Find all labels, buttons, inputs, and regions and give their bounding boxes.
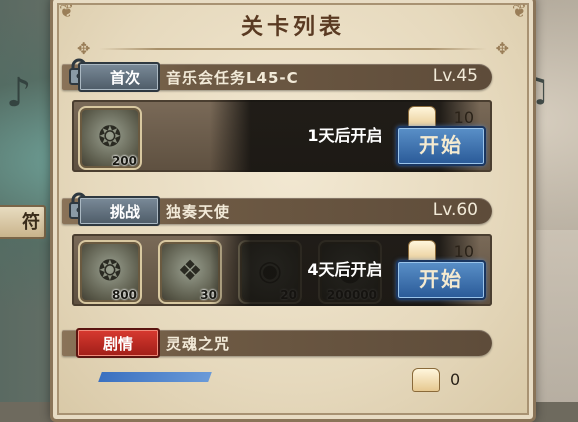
divider-ornament-icon: ✥ <box>77 39 91 58</box>
stage-name: 灵魂之咒 <box>166 335 231 353</box>
divider-ornament-icon: ✥ <box>495 39 509 58</box>
reward-item[interactable]: ❂ 800 <box>78 240 142 304</box>
pendant-icon: ❂ <box>98 254 122 287</box>
stage-badge-first: 首次 <box>78 62 160 92</box>
reward-count: 200 <box>111 154 137 168</box>
stage-header-3[interactable]: 剧情 灵魂之咒 <box>62 328 492 358</box>
stage-header-2[interactable]: 挑战 独奏天使 Lv.60 <box>62 192 492 226</box>
stamina-cost: 0 <box>412 368 472 392</box>
bread-stamina-icon <box>412 368 440 392</box>
background-tag: 符 <box>0 205 46 239</box>
stage-badge-challenge: 挑战 <box>78 196 160 226</box>
stage-level: Lv.60 <box>432 200 478 220</box>
reward-item[interactable]: ❂ 200 <box>78 106 142 170</box>
title-divider: ✥ ✥ <box>77 39 509 58</box>
stage-header-1[interactable]: 首次 音乐会任务L45-C Lv.45 <box>62 58 492 92</box>
stage-name: 音乐会任务L45-C <box>166 69 299 87</box>
stage-name: 独奏天使 <box>166 203 231 221</box>
reward-row-2: ❂ 800 ❖ 30 ◉ 20 ● 200000 4天后开启 10 开始 <box>72 234 492 306</box>
music-note-decoration-icon: ♪ <box>6 70 32 116</box>
pendant-icon: ❂ <box>98 120 122 153</box>
stage-level: Lv.45 <box>432 66 478 86</box>
start-button[interactable]: 开始 <box>396 126 486 166</box>
cost-value: 10 <box>453 242 474 261</box>
reward-count: 800 <box>111 288 137 302</box>
start-button[interactable]: 开始 <box>396 260 486 300</box>
right-edge-decoration <box>534 230 578 402</box>
cost-value: 0 <box>450 370 461 389</box>
cost-value: 10 <box>453 108 474 127</box>
stage-badge-story: 剧情 <box>76 328 160 358</box>
panel-title: 关卡列表 <box>240 15 345 40</box>
reward-strip <box>98 372 212 382</box>
reward-row-1: ❂ 200 1天后开启 10 开始 <box>72 100 492 172</box>
